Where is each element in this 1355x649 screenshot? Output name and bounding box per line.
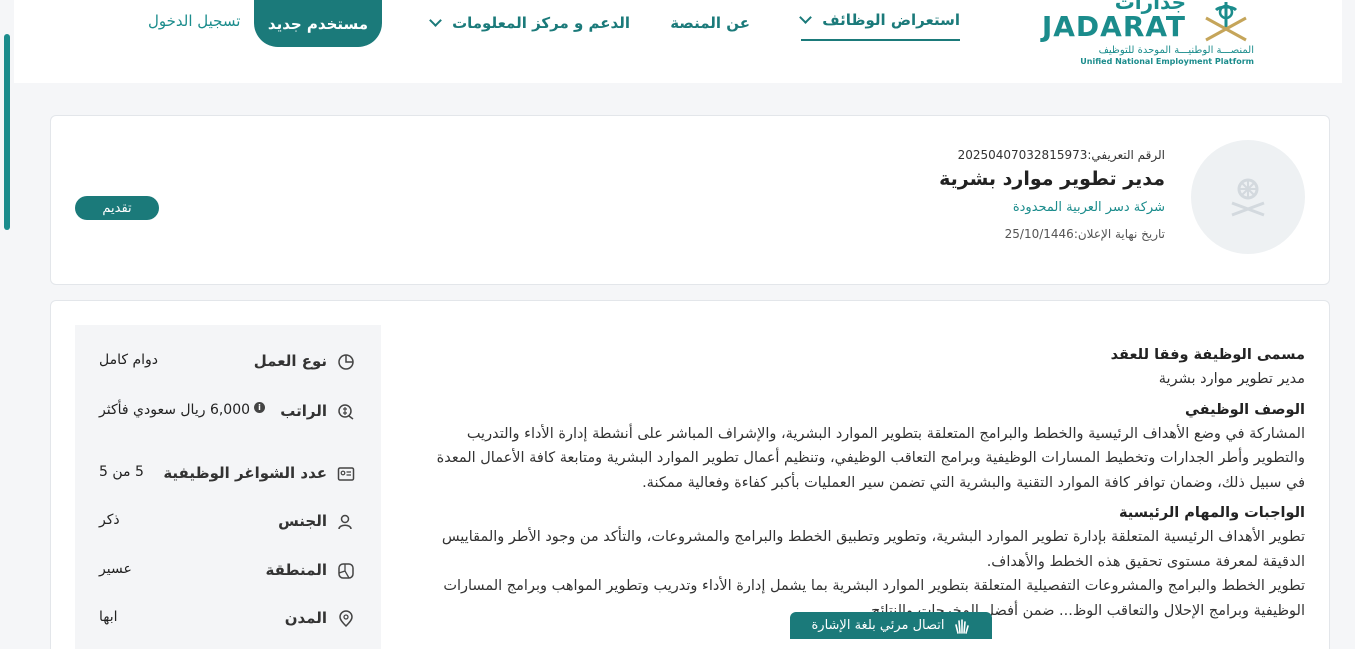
- attribute-label: نوع العمل: [253, 352, 327, 370]
- attribute-label: الجنس: [278, 512, 327, 530]
- job-details-card: نوع العمل دوام كامل الراتب i6,000 ريال س…: [50, 300, 1330, 649]
- attribute-vacancies: عدد الشواغر الوظيفية 5 من 5: [75, 461, 381, 487]
- attribute-value: ذكر: [99, 512, 120, 528]
- site-header: جدارات JADARAT المنصـــة الوطنيـــة المو…: [14, 0, 1342, 83]
- id-card-icon: [337, 467, 355, 481]
- new-user-button[interactable]: مستخدم جديد: [254, 0, 382, 47]
- attribute-label: المدن: [284, 609, 327, 627]
- sign-language-label: اتصال مرئي بلغة الإشارة: [811, 618, 945, 633]
- nav-support-label: الدعم و مركز المعلومات: [452, 14, 630, 32]
- job-description-text: المشاركة في وضع الأهداف الرئيسية والخطط …: [436, 425, 1305, 491]
- job-title: مدير تطوير موارد بشرية: [939, 168, 1165, 190]
- attribute-salary: الراتب i6,000 ريال سعودي فأكثر: [75, 399, 381, 425]
- company-placeholder-icon: [1231, 178, 1265, 217]
- info-icon[interactable]: i: [254, 402, 266, 413]
- job-description: مسمى الوظيفة وفقا للعقد مدير تطوير موارد…: [415, 335, 1305, 623]
- job-attributes-panel: نوع العمل دوام كامل الراتب i6,000 ريال س…: [75, 325, 381, 649]
- attribute-work-type: نوع العمل دوام كامل: [75, 349, 381, 375]
- deadline-value: 25/10/1446: [1004, 227, 1074, 241]
- chevron-down-icon: [429, 14, 442, 27]
- attribute-value: عسير: [99, 561, 132, 577]
- nav-browse-jobs[interactable]: استعراض الوظائف: [799, 0, 960, 41]
- duties-heading: الواجبات والمهام الرئيسية: [1118, 505, 1305, 521]
- attribute-value: 5 من 5: [99, 464, 144, 480]
- attribute-label: المنطقة: [265, 561, 327, 579]
- location-pin-icon: [339, 610, 353, 628]
- reference-number: الرقم التعريفي:20250407032815973: [939, 148, 1165, 162]
- nav-about-label: عن المنصة: [670, 14, 750, 32]
- logo-tagline-en: Unified National Employment Platform: [1080, 57, 1254, 66]
- apply-button[interactable]: تقديم: [75, 196, 159, 220]
- job-description-heading: الوصف الوظيفي: [1184, 401, 1305, 418]
- attribute-value: دوام كامل: [99, 352, 159, 368]
- sign-language-call-button[interactable]: اتصال مرئي بلغة الإشارة: [790, 612, 992, 639]
- nav-support[interactable]: الدعم و مركز المعلومات: [429, 0, 630, 46]
- nav-about[interactable]: عن المنصة: [670, 0, 750, 46]
- company-name[interactable]: شركة دسر العربية المحدودة: [939, 200, 1165, 215]
- job-info: الرقم التعريفي:20250407032815973 مدير تط…: [939, 148, 1165, 241]
- attribute-value: ابها: [99, 609, 118, 625]
- salary-value: 6,000 ريال سعودي فأكثر: [99, 402, 251, 418]
- attribute-gender: الجنس ذكر: [75, 509, 381, 535]
- saudi-emblem-icon: [1205, 2, 1247, 42]
- attribute-cities: المدن ابها: [75, 606, 381, 632]
- logo-tagline-ar: المنصـــة الوطنيـــة الموحدة للتوظيف: [1098, 45, 1254, 56]
- contract-title-text: مدير تطوير موارد بشرية: [1158, 371, 1305, 387]
- duties-text: تطوير الأهداف الرئيسية المتعلقة بإدارة ت…: [441, 529, 1305, 570]
- logo-english-word: JADARAT: [1041, 10, 1186, 43]
- chevron-down-icon: [799, 10, 813, 24]
- ad-deadline: تاريخ نهاية الإعلان:25/10/1446: [939, 227, 1165, 241]
- page-scrollbar[interactable]: [4, 34, 10, 230]
- attribute-label: عدد الشواغر الوظيفية: [163, 464, 327, 482]
- money-icon: [338, 404, 354, 420]
- nav-browse-jobs-label: استعراض الوظائف: [822, 10, 960, 29]
- deadline-label: تاريخ نهاية الإعلان:: [1073, 227, 1165, 241]
- reference-value: 20250407032815973: [957, 148, 1088, 162]
- login-link[interactable]: تسجيل الدخول: [148, 12, 240, 30]
- company-avatar: [1191, 140, 1305, 254]
- jadarat-logo[interactable]: جدارات JADARAT المنصـــة الوطنيـــة المو…: [1042, 0, 1254, 72]
- user-icon: [338, 514, 352, 530]
- reference-label: الرقم التعريفي:: [1087, 148, 1165, 162]
- attribute-region: المنطقة عسير: [75, 558, 381, 584]
- pie-chart-icon: [338, 354, 354, 370]
- map-icon: [338, 563, 354, 579]
- attribute-label: الراتب: [280, 402, 327, 420]
- job-summary-card: الرقم التعريفي:20250407032815973 مدير تط…: [50, 115, 1330, 285]
- attribute-value: i6,000 ريال سعودي فأكثر: [99, 402, 266, 418]
- contract-title-heading: مسمى الوظيفة وفقا للعقد: [1110, 347, 1305, 363]
- hand-sign-icon: [954, 618, 969, 634]
